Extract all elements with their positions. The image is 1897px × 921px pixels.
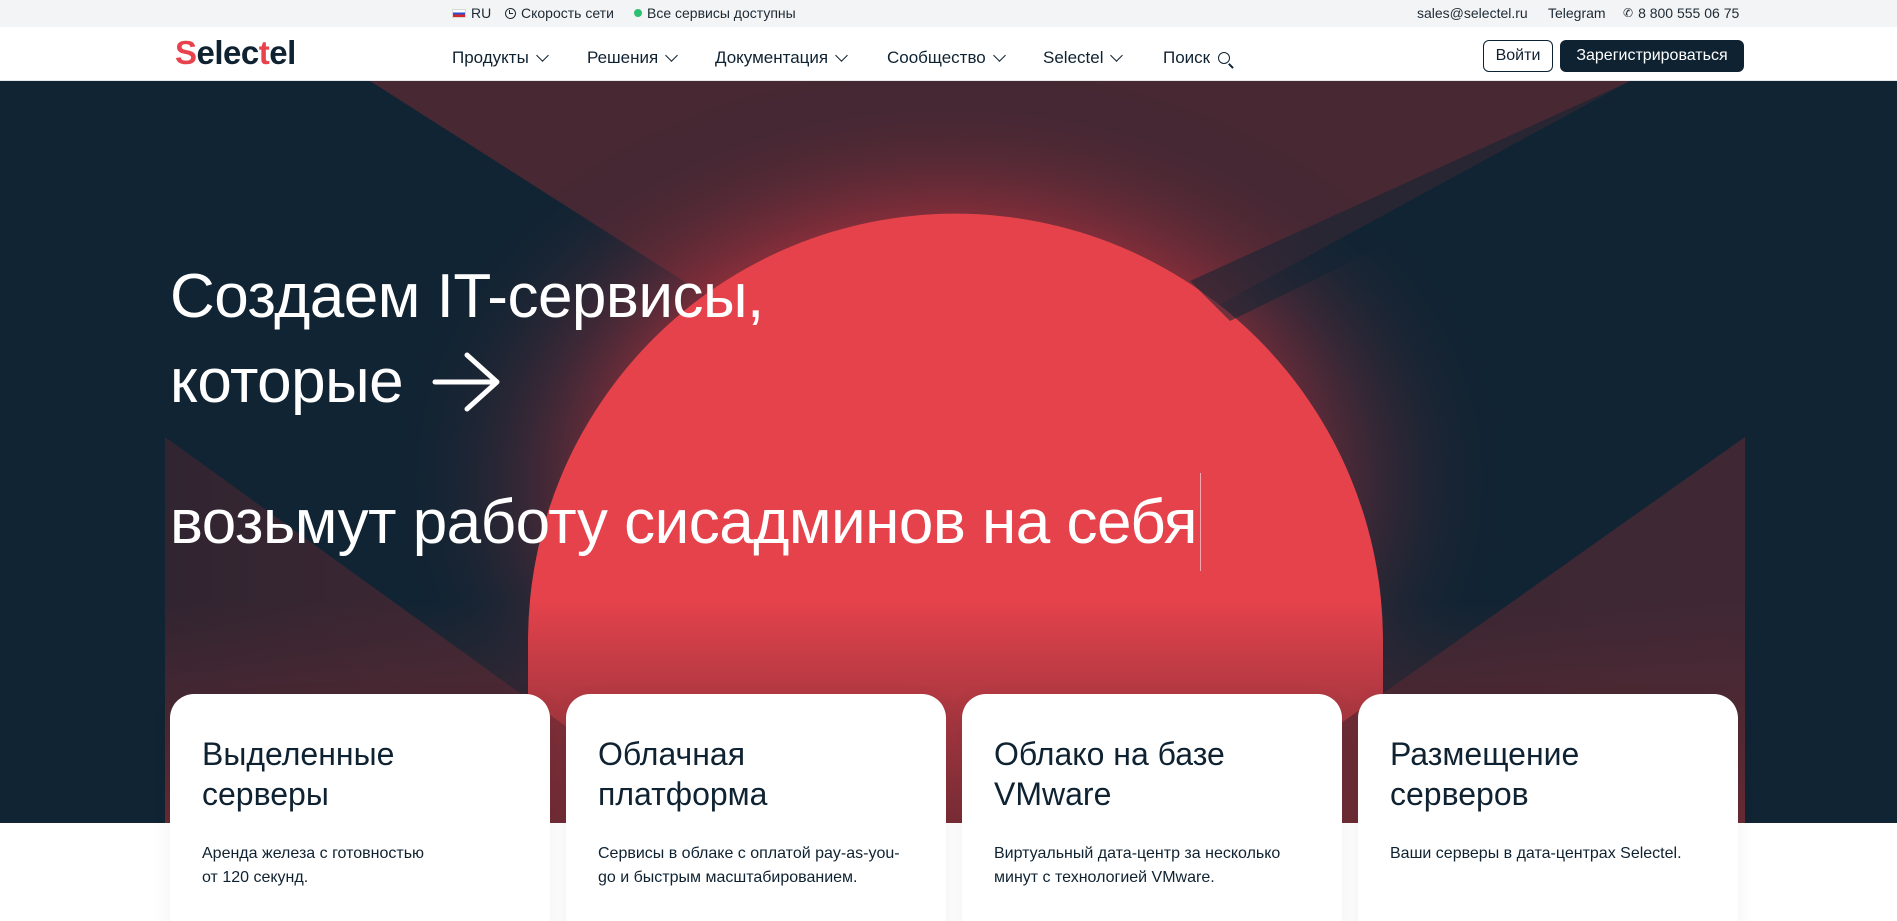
card-vmware-cloud[interactable]: Облако на базе VMware Виртуальный дата-ц… <box>962 694 1342 921</box>
card-title: Облачная платформа <box>598 736 768 812</box>
service-status-link[interactable]: Все сервисы доступны <box>634 5 796 21</box>
chevron-down-icon <box>665 48 679 62</box>
nav-search[interactable]: Поиск <box>1163 48 1231 68</box>
nav-selectel[interactable]: Selectel <box>1043 48 1124 68</box>
nav-community-label: Сообщество <box>887 48 986 67</box>
arrow-right-icon <box>432 352 500 411</box>
chevron-down-icon <box>992 48 1006 62</box>
nav-solutions-label: Решения <box>587 48 659 67</box>
chevron-down-icon <box>1110 48 1124 62</box>
card-description: Аренда железа с готовностью от 120 секун… <box>202 845 425 886</box>
selectel-logo-mark: Selectel <box>175 34 296 71</box>
card-title: Размещение серверов <box>1390 736 1580 812</box>
nav-community[interactable]: Сообщество <box>887 48 1007 68</box>
nav-documentation[interactable]: Документация <box>715 48 849 68</box>
card-title: Облако на базе VMware <box>994 736 1225 812</box>
status-dot-icon <box>634 9 642 17</box>
typing-caret <box>1200 473 1201 571</box>
main-header: Selectel Продукты Решения Документация С… <box>0 27 1897 81</box>
language-switcher[interactable]: RU <box>452 5 491 21</box>
nav-search-label: Поиск <box>1163 48 1211 67</box>
card-description: Ваши серверы в дата-центрах Selectel. <box>1390 845 1682 862</box>
sales-email-label: sales@selectel.ru <box>1417 5 1528 21</box>
hero-headline-line3-text: возьмут работу сисадминов на себя <box>170 487 1198 557</box>
nav-products-label: Продукты <box>452 48 529 67</box>
telegram-link[interactable]: Telegram <box>1548 5 1606 21</box>
russia-flag-icon <box>452 8 466 18</box>
network-speed-label: Скорость сети <box>521 5 614 21</box>
card-title: Выделенные серверы <box>202 736 395 812</box>
nav-solutions[interactable]: Решения <box>587 48 679 68</box>
search-icon <box>1218 52 1231 64</box>
sales-email-link[interactable]: sales@selectel.ru <box>1417 5 1528 21</box>
telegram-label: Telegram <box>1548 5 1606 21</box>
chevron-down-icon <box>835 48 848 62</box>
card-colocation[interactable]: Размещение серверов Ваши серверы в дата-… <box>1358 694 1738 921</box>
nav-products[interactable]: Продукты <box>452 48 550 68</box>
card-description: Виртуальный дата-центр за несколько мину… <box>994 845 1281 886</box>
hero-headline-line2-text: которые <box>170 347 404 416</box>
phone-label: 8 800 555 06 75 <box>1638 5 1740 21</box>
nav-selectel-label: Selectel <box>1043 48 1104 67</box>
service-status-label: Все сервисы доступны <box>647 5 796 21</box>
svg-text:Selectel: Selectel <box>175 36 296 71</box>
hero-headline-line1: Создаем IT-сервисы, <box>170 262 764 331</box>
phone-icon: ✆ <box>1623 6 1634 20</box>
card-dedicated-servers[interactable]: Выделенные серверы Аренда железа с готов… <box>170 694 550 921</box>
network-speed-link[interactable]: Скорость сети <box>505 5 614 21</box>
register-button[interactable]: Зарегистрироваться <box>1560 40 1744 72</box>
chevron-down-icon <box>535 48 549 62</box>
selectel-logo[interactable]: Selectel <box>175 34 315 80</box>
language-label: RU <box>471 5 492 21</box>
top-utility-bar: RU Скорость сети Все сервисы доступны sa… <box>0 0 1897 27</box>
card-cloud-platform[interactable]: Облачная платформа Сервисы в облаке с оп… <box>566 694 946 921</box>
card-description: Сервисы в облаке с оплатой pay-as-you- g… <box>598 845 900 886</box>
hero-headline-line3: возьмут работу сисадминов на себя <box>170 473 1201 571</box>
phone-link[interactable]: ✆ 8 800 555 06 75 <box>1623 5 1739 21</box>
nav-documentation-label: Документация <box>715 48 829 67</box>
hero-headline-line2: которые <box>170 346 503 417</box>
login-button[interactable]: Войти <box>1483 40 1553 72</box>
speedometer-icon <box>505 7 516 19</box>
